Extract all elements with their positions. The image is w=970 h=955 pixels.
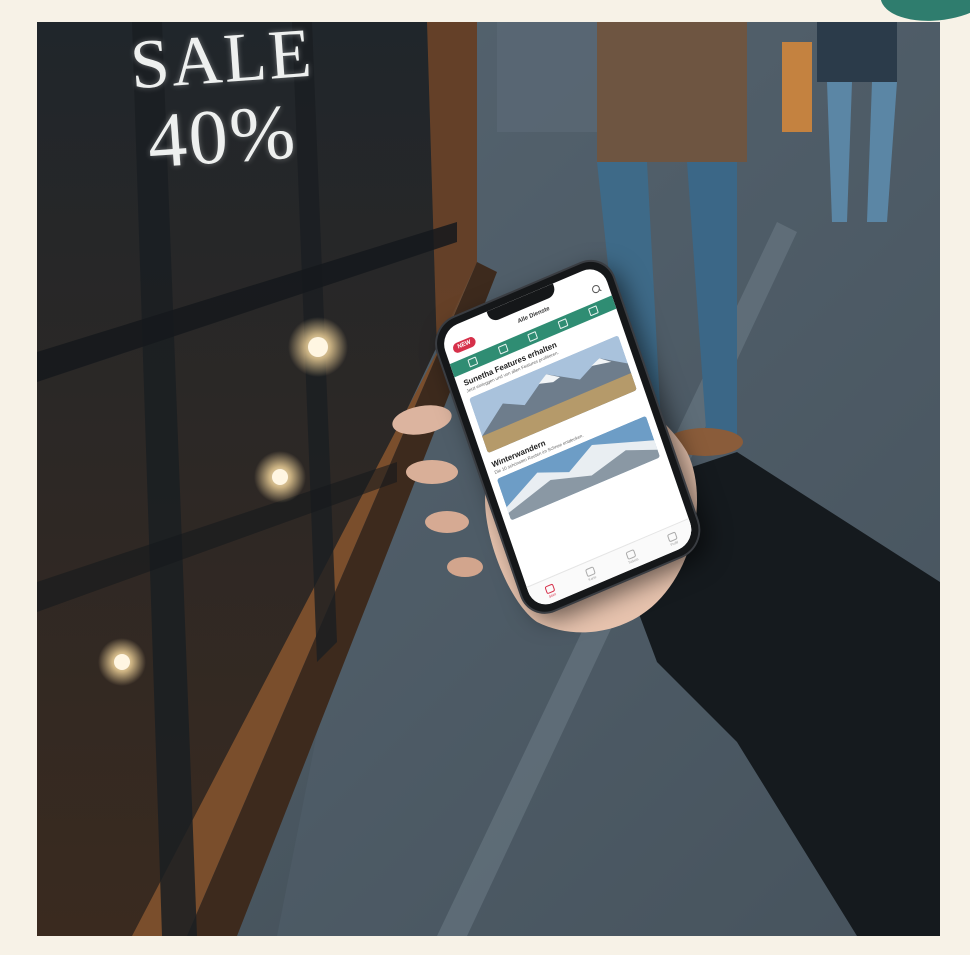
category-icon[interactable] [467, 356, 479, 368]
calendar-icon[interactable] [497, 343, 509, 355]
new-badge[interactable]: NEW [451, 335, 477, 355]
chat-icon[interactable] [557, 318, 569, 330]
search-icon[interactable] [591, 283, 602, 295]
briefcase-icon[interactable] [527, 330, 539, 342]
sale-sign: SALE 40% [128, 22, 321, 185]
tab-start[interactable]: Start [544, 582, 558, 599]
bell-icon[interactable] [588, 305, 599, 317]
tab-label: Start [548, 591, 557, 599]
sale-sign-percent: 40% [144, 87, 300, 185]
tab-tickets[interactable]: Tickets [625, 548, 639, 565]
tab-map[interactable]: Karte [584, 565, 598, 582]
tab-profile[interactable]: Profil [666, 531, 679, 547]
